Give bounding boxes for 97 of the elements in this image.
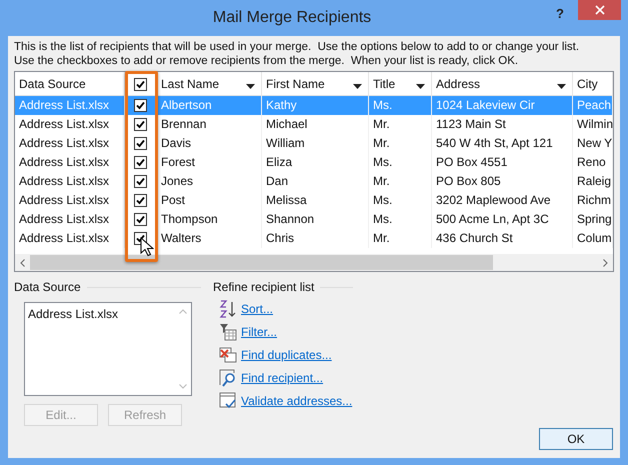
table-cell: 500 Acme Ln, Apt 3C — [432, 210, 573, 229]
group-label: Data Source — [14, 279, 81, 296]
table-cell: Shannon — [262, 210, 369, 229]
table-cell: Eliza — [262, 153, 369, 172]
table-cell: Albertson — [157, 96, 262, 115]
refine-link[interactable]: Find recipient... — [241, 369, 324, 387]
table-cell: 1024 Lakeview Cir — [432, 96, 573, 115]
table-cell: Chris — [262, 229, 369, 248]
checkbox[interactable] — [134, 78, 147, 91]
refine-link[interactable]: Validate addresses... — [241, 392, 352, 410]
column-header[interactable]: City — [573, 72, 613, 95]
table-cell: Colum — [573, 229, 613, 248]
table-cell: Walters — [157, 229, 262, 248]
table-cell: 540 W 4th St, Apt 121 — [432, 134, 573, 153]
table-cell: Address List.xlsx — [15, 96, 125, 115]
table-cell: PO Box 805 — [432, 172, 573, 191]
column-header[interactable]: Last Name — [157, 72, 262, 95]
table-cell: Mr. — [369, 115, 432, 134]
checkbox[interactable] — [134, 99, 147, 112]
close-button[interactable] — [578, 0, 621, 20]
filter-icon — [219, 323, 237, 341]
table-cell: Ms. — [369, 153, 432, 172]
checkbox[interactable] — [134, 137, 147, 150]
scrollbar-thumb[interactable] — [30, 255, 493, 270]
table-cell: Spring — [573, 210, 613, 229]
table-cell: Richm — [573, 191, 613, 210]
table-cell: Address List.xlsx — [15, 229, 125, 248]
table-cell: New Y — [573, 134, 613, 153]
table-row[interactable]: Address List.xlsx Thompson Shannon Ms. 500 Acme Ln, Apt 3C Spring — [15, 210, 613, 229]
table-cell: Address List.xlsx — [15, 115, 125, 134]
table-cell: Davis — [157, 134, 262, 153]
table-cell: Melissa — [262, 191, 369, 210]
dropdown-arrow-icon[interactable] — [416, 84, 425, 89]
table-row[interactable]: Address List.xlsx Brennan Michael Mr. 1123 Main St Wilmin — [15, 115, 613, 134]
sort-icon — [219, 300, 237, 318]
validate-icon — [219, 392, 237, 410]
table-row[interactable]: Address List.xlsx Post Melissa Ms. 3202 Maplewood Ave Richm — [15, 191, 613, 210]
table-cell: Kathy — [262, 96, 369, 115]
table-row[interactable]: Address List.xlsx Davis William Mr. 540 W 4th St, Apt 121 New Y — [15, 134, 613, 153]
table-cell: Mr. — [369, 172, 432, 191]
table-cell: Ms. — [369, 210, 432, 229]
table-cell: Dan — [262, 172, 369, 191]
table-cell: Post — [157, 191, 262, 210]
scroll-right-icon[interactable] — [603, 258, 608, 266]
checkbox[interactable] — [134, 194, 147, 207]
list-item[interactable]: Address List.xlsx — [28, 305, 174, 323]
table-cell: Address List.xlsx — [15, 134, 125, 153]
refine-link[interactable]: Filter... — [241, 323, 278, 341]
horizontal-scrollbar[interactable] — [15, 254, 613, 271]
refine-link[interactable]: Find duplicates... — [241, 346, 332, 364]
table-cell: Raleig — [573, 172, 613, 191]
table-cell: Peach — [573, 96, 613, 115]
checkbox[interactable] — [134, 118, 147, 131]
table-cell: Ms. — [369, 96, 432, 115]
duplicates-icon — [219, 346, 237, 364]
table-cell: Brennan — [157, 115, 262, 134]
table-cell: Forest — [157, 153, 262, 172]
table-cell: Jones — [157, 172, 262, 191]
instruction-text: This is the list of recipients that will be used in your merge. Use the options below to add to or change your list. — [14, 40, 580, 54]
checkbox[interactable] — [134, 156, 147, 169]
column-header[interactable]: First Name — [262, 72, 369, 95]
table-cell: Address List.xlsx — [15, 191, 125, 210]
table-cell: 436 Church St — [432, 229, 573, 248]
dropdown-arrow-icon[interactable] — [353, 84, 362, 89]
checkbox[interactable] — [134, 213, 147, 226]
scroll-left-icon[interactable] — [20, 258, 25, 266]
dropdown-arrow-icon[interactable] — [246, 84, 255, 89]
instruction-text: Use the checkboxes to add or remove recipients from the merge. When your list is ready, click OK. — [14, 54, 520, 68]
column-header[interactable]: Address — [432, 72, 573, 95]
search-icon — [219, 369, 237, 387]
table-cell: Address List.xlsx — [15, 172, 125, 191]
dropdown-arrow-icon[interactable] — [557, 84, 566, 89]
ok-button[interactable]: OK — [539, 428, 613, 450]
table-cell: William — [262, 134, 369, 153]
table-cell: 3202 Maplewood Ave — [432, 191, 573, 210]
table-cell: Michael — [262, 115, 369, 134]
table-cell: Thompson — [157, 210, 262, 229]
group-label: Refine recipient list — [213, 279, 314, 296]
close-icon — [594, 5, 604, 15]
table-cell: Ms. — [369, 191, 432, 210]
table-cell: 1123 Main St — [432, 115, 573, 134]
mouse-pointer-icon — [140, 237, 154, 257]
table-row[interactable]: Address List.xlsx Jones Dan Mr. PO Box 805 Raleig — [15, 172, 613, 191]
table-cell: Address List.xlsx — [15, 210, 125, 229]
table-cell: Mr. — [369, 134, 432, 153]
window-title: Mail Merge Recipients — [212, 8, 372, 28]
table-cell: Reno — [573, 153, 613, 172]
refine-link[interactable]: Sort... — [241, 300, 274, 318]
table-cell: Address List.xlsx — [15, 153, 125, 172]
checkbox[interactable] — [134, 175, 147, 188]
table-cell: Wilmin — [573, 115, 613, 134]
table-cell: Mr. — [369, 229, 432, 248]
table-row[interactable]: Address List.xlsx Forest Eliza Ms. PO Box 4551 Reno — [15, 153, 613, 172]
help-button[interactable]: ? — [556, 4, 564, 24]
column-header[interactable]: Title — [369, 72, 432, 95]
column-header[interactable]: Data Source — [15, 72, 125, 95]
table-cell: PO Box 4551 — [432, 153, 573, 172]
